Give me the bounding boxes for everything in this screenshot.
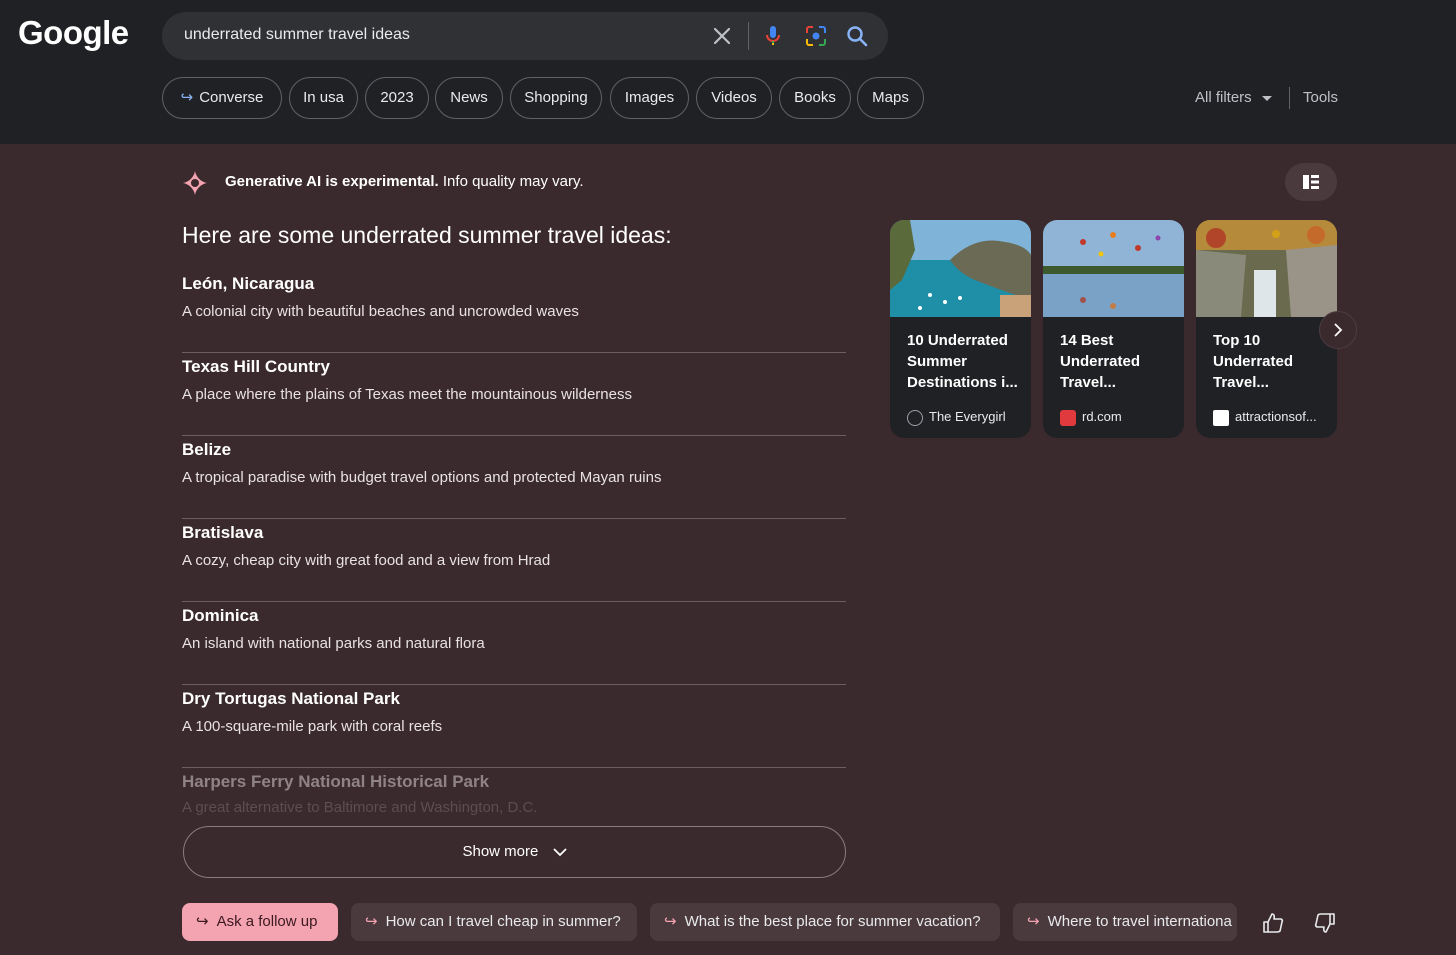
lens-camera-icon[interactable] [804,24,828,48]
layout-icon [1303,175,1319,189]
chip-shopping[interactable]: Shopping [510,77,602,119]
idea-name: Dominica [182,606,259,625]
card-title: 14 Best Underrated Travel... [1060,332,1141,391]
search-box[interactable]: underrated summer travel ideas [162,12,888,60]
chip-2023[interactable]: 2023 [365,77,429,119]
caret-down-icon [1261,95,1272,101]
card-source: attractionsof... [1235,409,1317,424]
rd-favicon-icon [1060,409,1076,426]
card-title: Top 10 Underrated Travel... [1213,332,1294,391]
chip-news[interactable]: News [435,77,503,119]
source-card[interactable]: Top 10 Underrated Travel... attractionso… [1196,220,1337,438]
idea-description: A great alternative to Baltimore and Was… [182,799,538,816]
chevron-down-icon [552,848,567,857]
layout-toggle-button[interactable] [1285,163,1337,201]
list-item: Texas Hill Country A place where the pla… [182,353,846,436]
microphone-icon[interactable] [761,24,785,48]
idea-name: Texas Hill Country [182,357,330,376]
chip-maps[interactable]: Maps [857,77,924,119]
idea-name: Dry Tortugas National Park [182,689,400,708]
follow-up-suggestion[interactable]: ↪ Where to travel internationa [1013,903,1237,941]
follow-up-suggestion[interactable]: ↪ What is the best place for summer vacat… [650,903,1000,941]
list-item: Dry Tortugas National Park A 100-square-… [182,685,846,768]
list-item: Bratislava A cozy, cheap city with great… [182,519,846,602]
chip-videos[interactable]: Videos [696,77,772,119]
header-divider [1289,87,1290,109]
idea-description: A cozy, cheap city with great food and a… [182,552,551,569]
google-logo[interactable]: Google [18,14,129,52]
idea-description: A colonial city with beautiful beaches a… [182,303,579,320]
source-card[interactable]: 14 Best Underrated Travel... rd.com [1043,220,1184,438]
clear-icon[interactable] [710,24,734,48]
card-source: The Everygirl [929,409,1006,424]
list-item: Dominica An island with national parks a… [182,602,846,685]
card-image-coast [890,220,1031,317]
card-title: 10 Underrated Summer Destinations i... [907,332,1018,391]
show-more-button[interactable]: Show more [183,826,846,878]
chip-books[interactable]: Books [779,77,851,119]
ask-follow-up-button[interactable]: ↪ Ask a follow up [182,903,338,941]
idea-name: Bratislava [182,523,264,542]
thumbs-down-icon[interactable] [1314,912,1336,934]
cards-next-button[interactable] [1319,311,1357,349]
search-icon[interactable] [845,24,869,48]
follow-arrow-icon: ↪ [365,913,378,930]
search-input[interactable]: underrated summer travel ideas [184,26,410,44]
idea-description: A place where the plains of Texas meet t… [182,386,632,403]
card-image-waterfall [1196,220,1337,317]
ai-notice-rest: Info quality may vary. [438,173,584,190]
header: Google underrated summer travel ideas ↪ C… [0,0,1456,144]
idea-description: A tropical paradise with budget travel o… [182,469,662,486]
idea-name: Belize [182,440,232,459]
follow-arrow-icon: ↪ [196,913,209,930]
follow-up-suggestion[interactable]: ↪ How can I travel cheap in summer? [351,903,637,941]
ai-notice-bold: Generative AI is experimental. [225,173,439,190]
attractions-favicon-icon [1213,409,1229,426]
idea-description: A 100-square-mile park with coral reefs [182,718,443,735]
source-card[interactable]: 10 Underrated Summer Destinations i... T… [890,220,1031,438]
follow-arrow-icon: ↪ [664,913,677,930]
everygirl-favicon-icon [907,409,923,426]
follow-arrow-icon: ↪ [180,89,194,106]
idea-name: León, Nicaragua [182,274,315,293]
idea-description: An island with national parks and natura… [182,635,485,652]
thumbs-up-icon[interactable] [1262,912,1284,934]
list-item: León, Nicaragua A colonial city with bea… [182,270,846,353]
chip-images[interactable]: Images [610,77,689,119]
ai-headline: Here are some underrated summer travel i… [182,222,672,248]
list-item: Harpers Ferry National Historical Park A… [182,768,846,818]
follow-arrow-icon: ↪ [1027,913,1040,930]
list-item: Belize A tropical paradise with budget t… [182,436,846,519]
card-image-balloons [1043,220,1184,317]
search-divider [748,22,749,50]
idea-name: Harpers Ferry National Historical Park [182,772,490,791]
tools-button[interactable]: Tools [1303,89,1338,106]
sparkle-icon [183,171,207,195]
card-source: rd.com [1082,409,1122,424]
all-filters-button[interactable]: All filters [1195,89,1272,106]
chip-converse[interactable]: ↪ Converse [162,77,282,119]
chip-in-usa[interactable]: In usa [289,77,358,119]
chevron-right-icon [1334,323,1343,337]
